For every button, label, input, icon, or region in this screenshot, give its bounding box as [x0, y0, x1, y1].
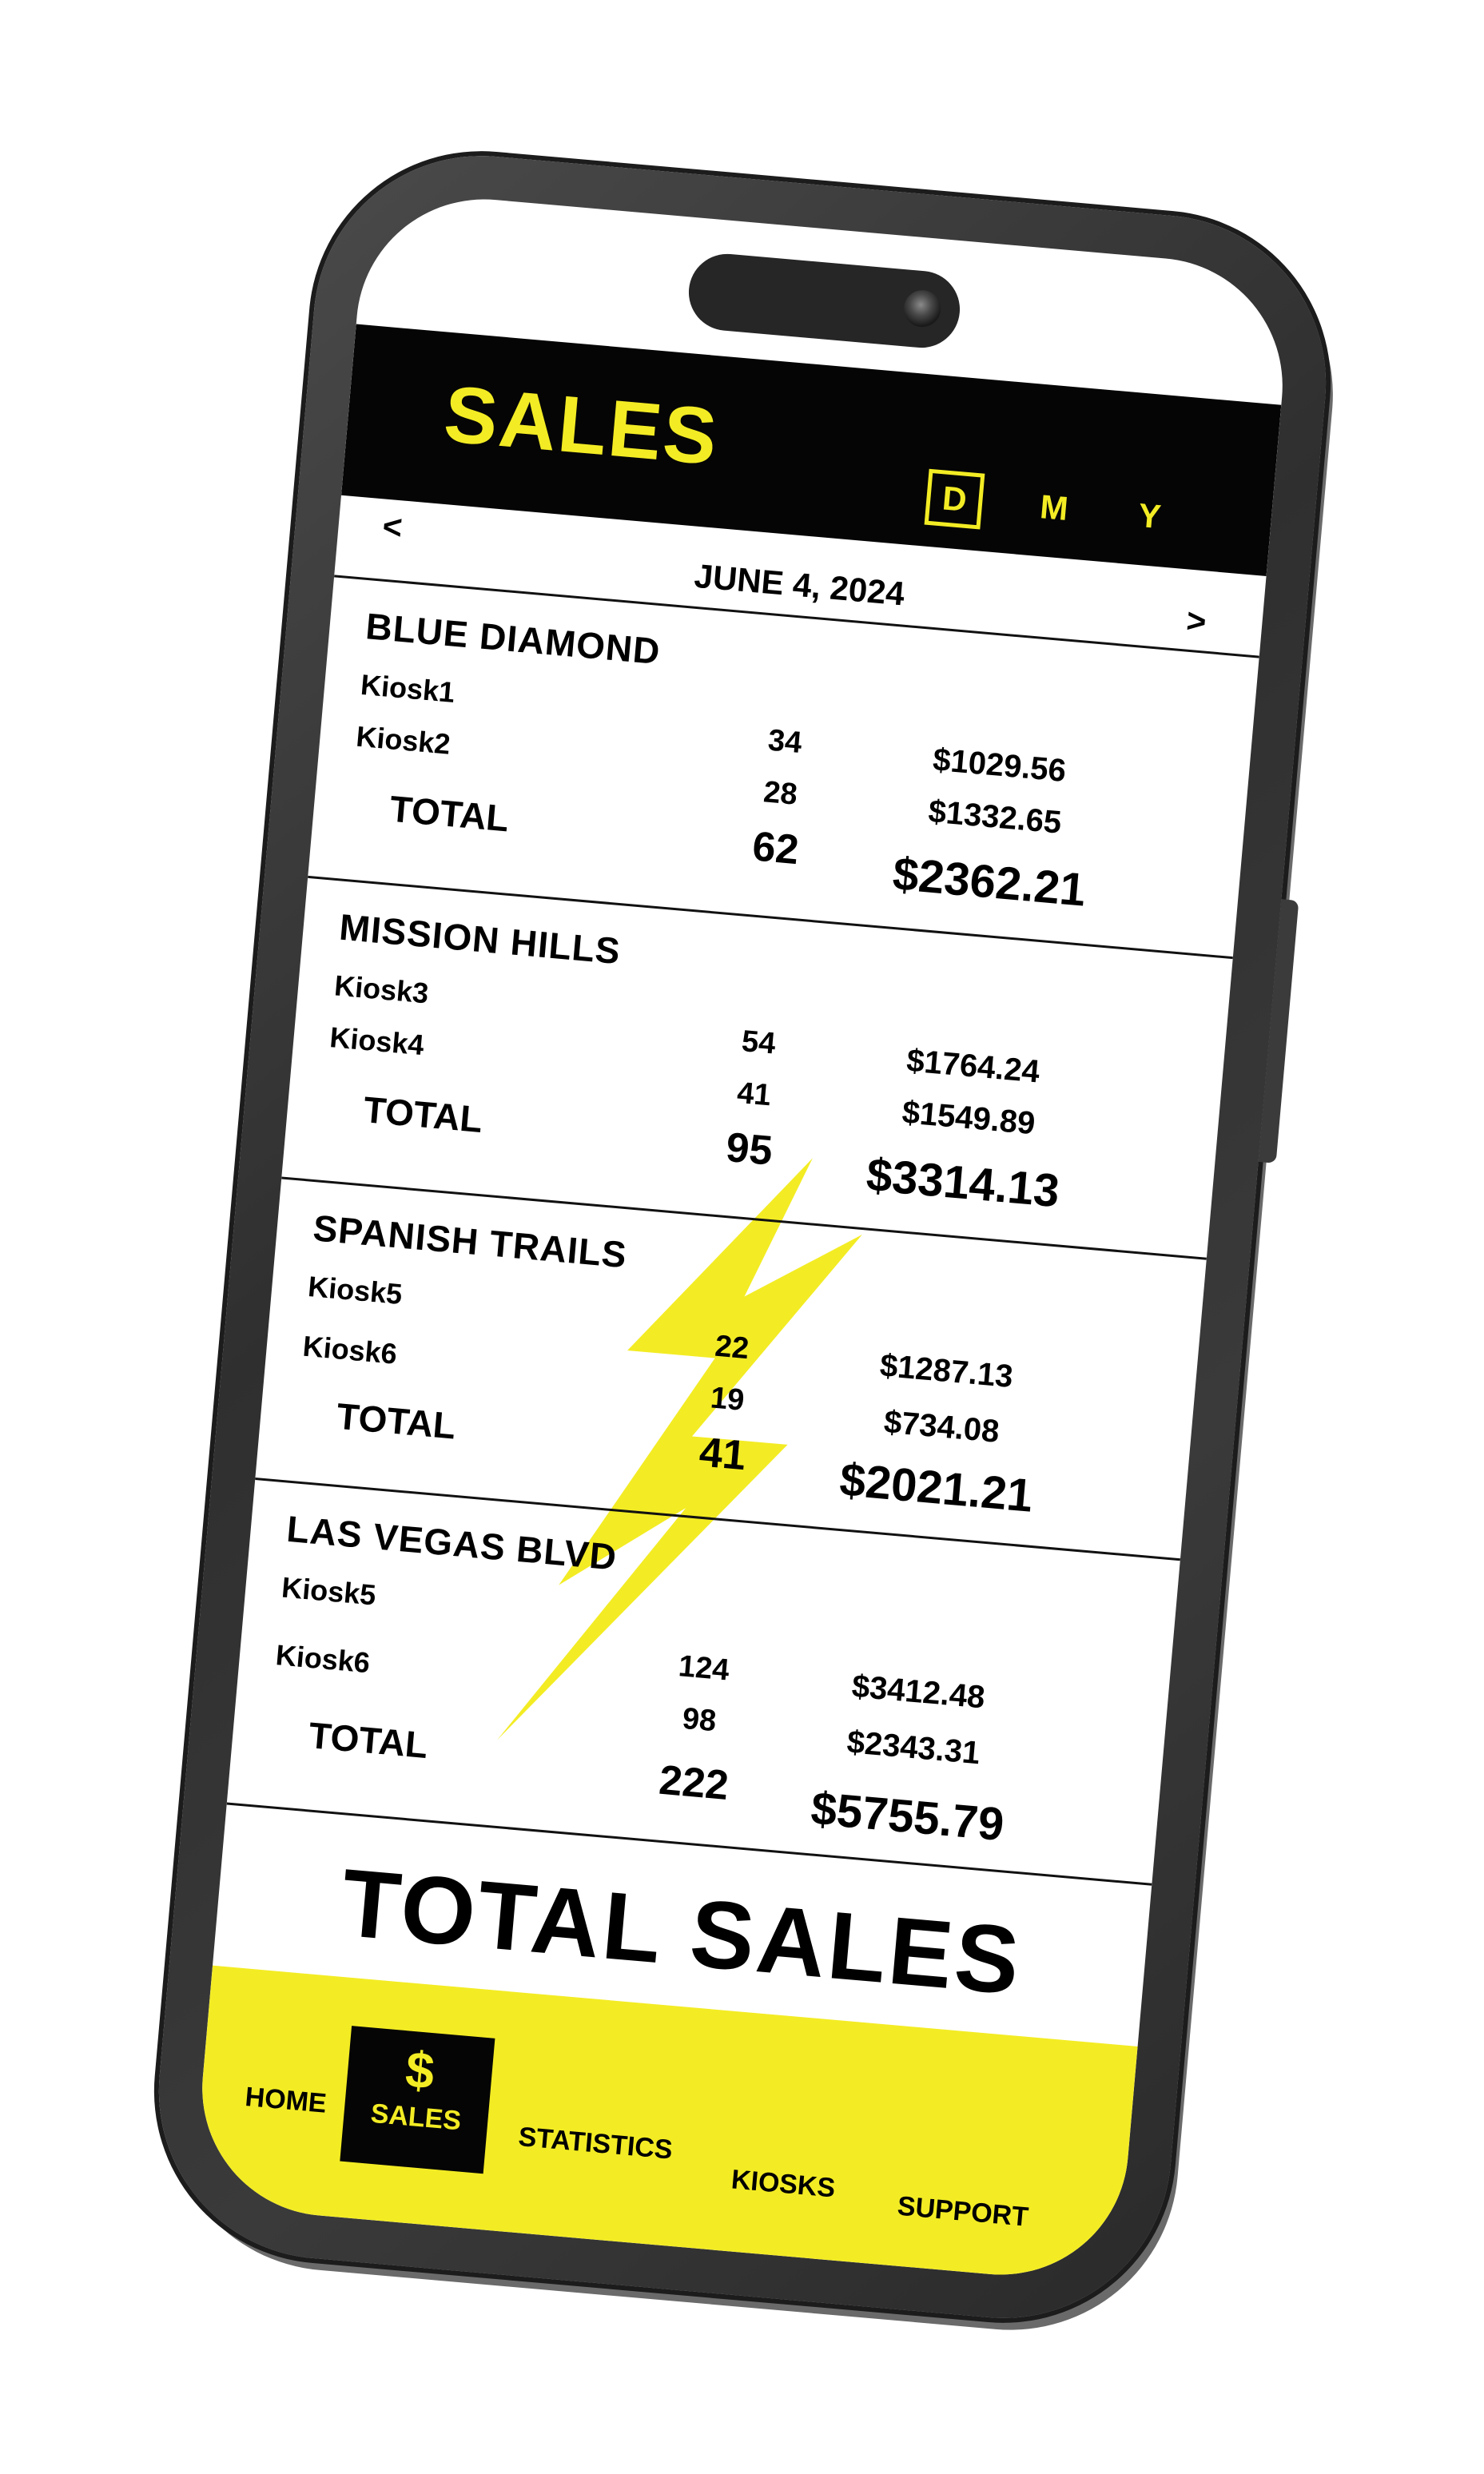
kiosk-name: Kiosk6 [300, 1329, 398, 1370]
nav-item-sales[interactable]: $ SALES [339, 2026, 495, 2174]
total-label: TOTAL [361, 1088, 484, 1140]
nav-item-label: HOME [243, 2081, 328, 2119]
kiosk-amount: $2343.31 [845, 1724, 981, 1772]
kiosk-name: Kiosk6 [273, 1638, 372, 1680]
nav-item-label: STATISTICS [516, 2121, 674, 2166]
kiosk-name: Kiosk4 [328, 1020, 425, 1062]
kiosk-name: Kiosk2 [354, 719, 452, 761]
total-label: TOTAL [306, 1714, 429, 1766]
nav-item-kiosks[interactable]: KIOSKS [730, 2164, 836, 2204]
kiosk-amount: $3412.48 [849, 1669, 986, 1716]
kiosk-amount: $734.08 [881, 1404, 1001, 1450]
kiosk-count: 28 [762, 775, 798, 812]
nav-item-home[interactable]: HOME [244, 2082, 328, 2120]
kiosk-amount: $1029.56 [931, 742, 1068, 789]
total-amount: $2362.21 [890, 847, 1088, 917]
total-count: 41 [697, 1429, 748, 1480]
nav-item-support[interactable]: SUPPORT [896, 2191, 1029, 2233]
total-amount: $3314.13 [864, 1148, 1061, 1218]
kiosk-count: 41 [735, 1076, 772, 1113]
location-name: MISSION HILLS [337, 905, 623, 972]
total-amount: $5755.79 [808, 1782, 1006, 1852]
phone-device: SALES D M Y < JUNE 4, 2024 > BLUE DIAMON… [144, 141, 1340, 2333]
kiosk-count: 54 [739, 1024, 777, 1061]
location-name: LAS VEGAS BLVD [284, 1507, 619, 1578]
kiosk-count: 19 [708, 1381, 746, 1418]
kiosk-amount: $1764.24 [905, 1043, 1041, 1090]
camera-icon [901, 288, 942, 329]
total-count: 62 [750, 823, 801, 874]
nav-item-label: KIOSKS [730, 2164, 837, 2204]
location-name: SPANISH TRAILS [311, 1207, 629, 1276]
kiosk-name: Kiosk1 [359, 667, 456, 709]
dollar-icon: $ [403, 2040, 436, 2101]
kiosk-name: Kiosk5 [280, 1570, 377, 1612]
kiosk-amount: $1549.89 [900, 1094, 1036, 1142]
nav-item-statistics[interactable]: STATISTICS [517, 2122, 674, 2166]
kiosk-name: Kiosk3 [332, 969, 430, 1010]
kiosk-amount: $1332.65 [926, 794, 1063, 841]
total-count: 95 [723, 1124, 774, 1175]
nav-item-label: SUPPORT [895, 2190, 1029, 2233]
total-count: 222 [656, 1756, 730, 1809]
kiosk-count: 22 [713, 1329, 750, 1366]
kiosk-amount: $1287.13 [877, 1347, 1014, 1395]
total-label: TOTAL [388, 787, 511, 840]
kiosk-count: 124 [676, 1649, 730, 1688]
phone-screen: SALES D M Y < JUNE 4, 2024 > BLUE DIAMON… [191, 189, 1293, 2285]
sales-content: BLUE DIAMOND Kiosk1 Kiosk2 34 28 $1029.5… [191, 189, 1292, 2285]
kiosk-count: 34 [766, 723, 803, 761]
kiosk-count: 98 [680, 1701, 718, 1739]
total-label: TOTAL [334, 1394, 457, 1447]
total-amount: $2021.21 [837, 1453, 1035, 1522]
location-name: BLUE DIAMOND [364, 605, 662, 673]
kiosk-name: Kiosk5 [306, 1269, 404, 1311]
